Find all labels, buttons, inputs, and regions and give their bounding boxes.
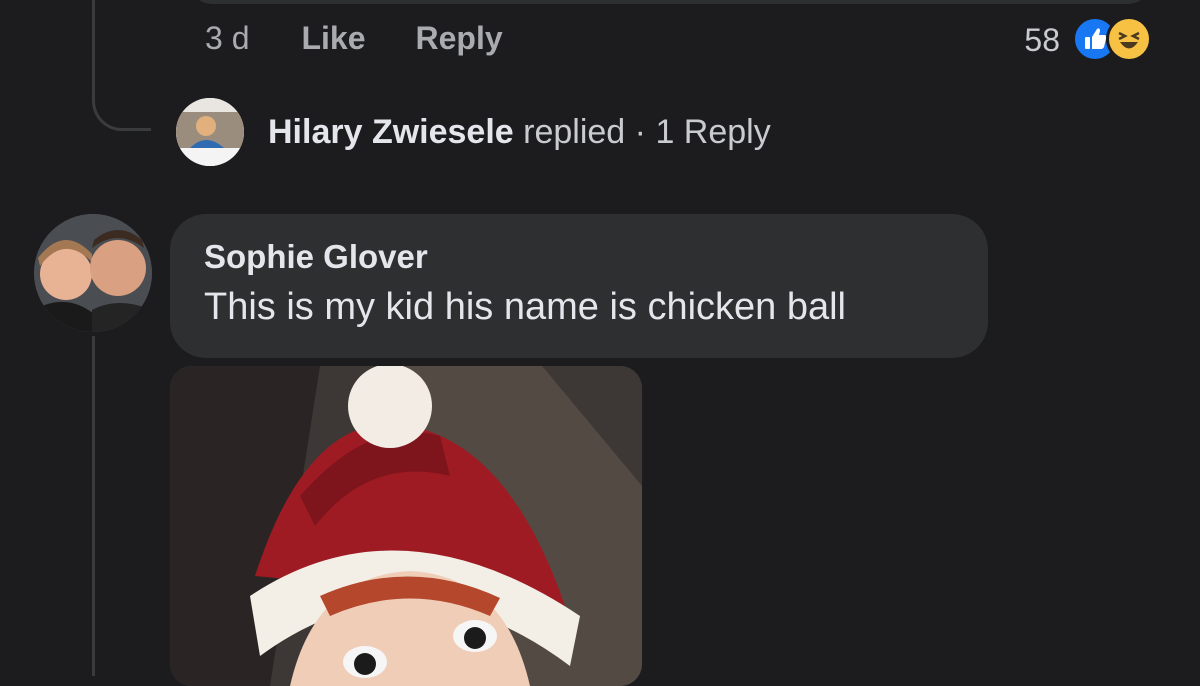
comment-author-name[interactable]: Sophie Glover xyxy=(204,238,954,276)
avatar[interactable] xyxy=(176,98,244,166)
comment-actions: 3 d Like Reply xyxy=(205,20,553,57)
reply-author-name[interactable]: Hilary Zwiesele xyxy=(268,113,514,151)
previous-comment-bubble xyxy=(190,0,1150,4)
comment-text: This is my kid his name is chicken ball xyxy=(204,286,846,328)
reaction-count[interactable]: 58 xyxy=(1024,22,1060,59)
reply-verb: replied xyxy=(523,112,626,151)
replies-summary[interactable]: Hilary Zwiesele replied · 1 Reply xyxy=(176,98,771,166)
haha-icon xyxy=(1106,16,1152,62)
like-button[interactable]: Like xyxy=(301,20,365,57)
reply-summary-text[interactable]: Hilary Zwiesele replied · 1 Reply xyxy=(268,113,771,152)
comment-bubble: Sophie Glover This is my kid his name is… xyxy=(170,214,988,358)
thread-connector-line xyxy=(92,0,151,131)
comment-timestamp: 3 d xyxy=(205,20,250,56)
reply-button[interactable]: Reply xyxy=(416,20,503,57)
avatar[interactable] xyxy=(34,214,152,332)
separator-dot: · xyxy=(634,112,646,151)
comment-photo[interactable] xyxy=(170,366,642,686)
reply-count[interactable]: 1 Reply xyxy=(655,113,770,151)
thread-connector-line xyxy=(92,336,95,676)
reaction-summary[interactable] xyxy=(1072,16,1172,66)
